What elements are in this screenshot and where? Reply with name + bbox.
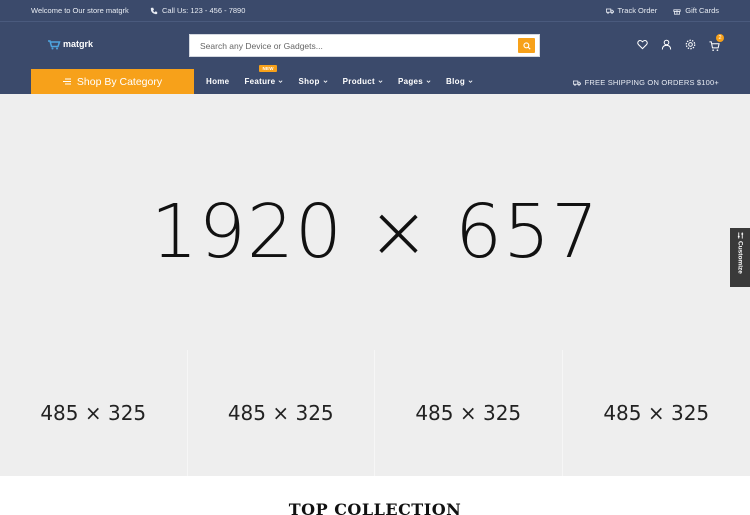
nav-item-label: Product xyxy=(342,77,375,86)
customize-label: Customize xyxy=(736,241,744,274)
chevron-down-icon xyxy=(426,80,431,83)
chevron-down-icon xyxy=(468,80,473,83)
call-us[interactable]: Call Us: 123 - 456 - 7890 xyxy=(150,6,245,15)
nav-item-blog[interactable]: Blog xyxy=(446,77,473,86)
chevron-down-icon xyxy=(278,80,283,83)
section-title: TOP COLLECTION xyxy=(288,500,462,515)
track-order-link[interactable]: Track Order xyxy=(605,6,658,15)
site-logo[interactable]: matgrk xyxy=(47,38,93,50)
nav-item-home[interactable]: Home xyxy=(206,77,229,86)
free-shipping-text: FREE SHIPPING ON ORDERS $100+ xyxy=(584,78,719,87)
chevron-down-icon xyxy=(378,80,383,83)
free-shipping-notice: FREE SHIPPING ON ORDERS $100+ xyxy=(572,78,719,87)
banner-placeholder-text: 485 × 325 xyxy=(415,401,522,425)
promo-banners: 485 × 325 485 × 325 485 × 325 485 × 325 xyxy=(0,350,750,476)
nav-item-shop[interactable]: Shop xyxy=(298,77,328,86)
shop-by-category-label: Shop By Category xyxy=(76,75,163,88)
promo-banner[interactable]: 485 × 325 xyxy=(375,350,563,476)
main-header: matgrk 2 Shop By Category Home NEW Featu… xyxy=(0,22,750,94)
new-badge: NEW xyxy=(259,65,277,72)
track-order-label: Track Order xyxy=(617,6,658,15)
hero-banner[interactable]: 1920 × 657 xyxy=(0,94,750,350)
user-account-icon[interactable] xyxy=(661,39,672,50)
nav-item-label: Shop xyxy=(298,77,320,86)
search-button[interactable] xyxy=(518,38,535,53)
main-nav: Home NEW Feature Shop Product Pages Blog xyxy=(206,65,488,94)
nav-item-label: Feature xyxy=(244,77,276,86)
settings-gear-icon[interactable] xyxy=(685,39,696,50)
wishlist-heart-icon[interactable] xyxy=(637,39,648,50)
banner-placeholder-text: 485 × 325 xyxy=(40,401,147,425)
search-icon xyxy=(522,41,531,50)
chevron-down-icon xyxy=(323,80,328,83)
search-bar xyxy=(189,34,540,57)
nav-item-pages[interactable]: Pages xyxy=(398,77,431,86)
gift-icon xyxy=(673,8,681,15)
promo-banner[interactable]: 485 × 325 xyxy=(562,350,750,476)
nav-item-label: Pages xyxy=(397,77,424,86)
nav-item-label: Blog xyxy=(446,77,466,86)
gift-cards-label: Gift Cards xyxy=(685,6,719,15)
cart-button[interactable]: 2 xyxy=(709,34,724,51)
banner-placeholder-text: 485 × 325 xyxy=(227,401,334,425)
phone-icon xyxy=(150,7,158,14)
search-input[interactable] xyxy=(190,35,510,56)
nav-item-label: Home xyxy=(206,77,230,86)
nav-item-feature[interactable]: NEW Feature xyxy=(244,65,283,86)
logo-icon xyxy=(48,40,61,50)
customize-tab[interactable]: Customize xyxy=(730,228,750,287)
nav-item-product[interactable]: Product xyxy=(343,77,383,86)
promo-banner[interactable]: 485 × 325 xyxy=(0,350,188,476)
cart-icon xyxy=(709,41,720,51)
menu-lines-icon xyxy=(62,78,71,85)
cart-count-badge: 2 xyxy=(716,34,724,42)
sliders-icon xyxy=(737,232,743,239)
truck-icon xyxy=(572,80,581,86)
call-us-text: Call Us: 123 - 456 - 7890 xyxy=(162,6,246,15)
truck-icon xyxy=(605,8,614,14)
top-bar: Welcome to Our store matgrk Call Us: 123… xyxy=(0,0,750,22)
gift-cards-link[interactable]: Gift Cards xyxy=(673,6,719,15)
hero-placeholder-text: 1920 × 657 xyxy=(150,189,600,275)
banner-placeholder-text: 485 × 325 xyxy=(603,401,710,425)
promo-banner[interactable]: 485 × 325 xyxy=(187,350,375,476)
shop-by-category-button[interactable]: Shop By Category xyxy=(31,69,194,94)
welcome-text: Welcome to Our store matgrk xyxy=(31,6,129,15)
logo-text: matgrk xyxy=(63,39,94,49)
